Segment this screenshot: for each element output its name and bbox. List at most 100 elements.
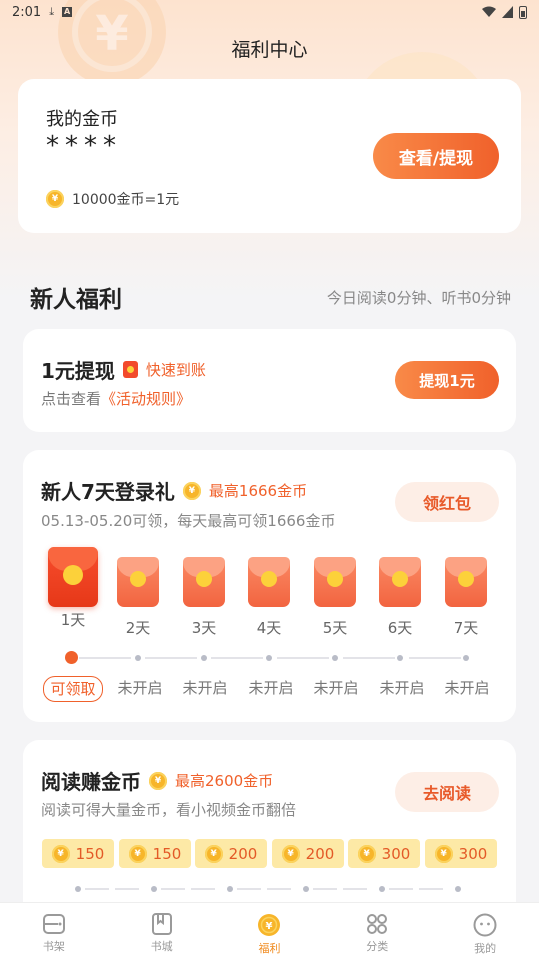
tab-welfare[interactable]: ¥ 福利 bbox=[216, 903, 324, 958]
status-time: 2:01 bbox=[12, 4, 42, 20]
welfare-coin-icon: ¥ bbox=[258, 914, 281, 936]
progress-dot bbox=[151, 886, 157, 892]
login-gift-desc: 05.13-05.20可领，每天最高可领1666金币 bbox=[41, 512, 336, 530]
day-item[interactable]: 3天 bbox=[179, 557, 229, 638]
activity-rules-link[interactable]: 《活动规则》 bbox=[101, 390, 191, 408]
claim-red-packet-button[interactable]: 领红包 bbox=[395, 482, 499, 522]
coin-icon: ¥ bbox=[182, 481, 201, 500]
progress-dot bbox=[201, 655, 207, 661]
progress-dot bbox=[75, 886, 81, 892]
login-gift-card: 新人7天登录礼 ¥ 最高1666金币 05.13-05.20可领，每天最高可领1… bbox=[23, 450, 516, 722]
read-earn-max-badge: 最高2600金币 bbox=[175, 772, 274, 790]
tab-category[interactable]: 分类 bbox=[323, 903, 431, 958]
reward-chip-list: ¥150 ¥150 ¥200 ¥200 ¥300 ¥300 bbox=[42, 839, 502, 869]
progress-segment bbox=[343, 657, 395, 659]
progress-dot bbox=[303, 886, 309, 892]
progress-segment bbox=[115, 888, 139, 890]
progress-segment bbox=[211, 657, 263, 659]
day-label: 4天 bbox=[256, 619, 282, 637]
state-claimable[interactable]: 可领取 bbox=[43, 676, 103, 702]
reward-value: 300 bbox=[458, 844, 488, 863]
tab-bookstore[interactable]: 书城 bbox=[108, 903, 216, 958]
login-state-row: 可领取 未开启 未开启 未开启 未开启 未开启 未开启 bbox=[41, 676, 511, 702]
progress-segment bbox=[343, 888, 367, 890]
login-progress-track bbox=[65, 650, 475, 664]
day-item[interactable]: 7天 bbox=[441, 557, 491, 638]
coin-icon: ¥ bbox=[51, 844, 70, 863]
reward-chip: ¥200 bbox=[195, 839, 267, 868]
state-locked: 未开启 bbox=[444, 679, 490, 697]
tab-label: 我的 bbox=[474, 942, 497, 955]
day-item[interactable]: 6天 bbox=[375, 557, 425, 638]
day-item[interactable]: 1天 bbox=[48, 547, 98, 630]
download-icon: ⤓ bbox=[49, 5, 55, 18]
login-gift-title: 新人7天登录礼 bbox=[41, 480, 175, 504]
login-day-list: 1天 2天 3天 4天 5天 6天 7天 bbox=[48, 547, 493, 642]
withdraw-title: 1元提现 bbox=[41, 359, 115, 383]
day-label: 2天 bbox=[125, 619, 151, 637]
login-gift-max-badge: 最高1666金币 bbox=[208, 482, 308, 500]
progress-segment bbox=[191, 888, 215, 890]
tab-bookshelf[interactable]: 书架 bbox=[0, 903, 108, 958]
fast-arrival-badge: 快速到账 bbox=[145, 361, 206, 379]
progress-dot-current bbox=[65, 651, 78, 664]
progress-segment bbox=[145, 657, 197, 659]
category-grid-icon bbox=[367, 914, 388, 934]
coin-icon: ¥ bbox=[281, 844, 300, 863]
day-item[interactable]: 5天 bbox=[310, 557, 360, 638]
page-title: 福利中心 bbox=[231, 39, 308, 61]
progress-segment bbox=[237, 888, 261, 890]
reward-chip: ¥300 bbox=[425, 839, 497, 868]
bookshelf-icon bbox=[42, 914, 65, 934]
progress-dot bbox=[397, 655, 403, 661]
tab-profile[interactable]: 我的 bbox=[431, 903, 539, 958]
reward-chip: ¥150 bbox=[119, 839, 191, 868]
progress-dot bbox=[332, 655, 338, 661]
progress-segment bbox=[419, 888, 443, 890]
progress-dot bbox=[379, 886, 385, 892]
state-locked: 未开启 bbox=[248, 679, 294, 697]
reward-value: 150 bbox=[152, 844, 182, 863]
reward-value: 150 bbox=[75, 844, 105, 863]
coin-icon: ¥ bbox=[204, 844, 223, 863]
status-bar: 2:01 ⤓ A bbox=[0, 0, 539, 24]
progress-dot bbox=[455, 886, 461, 892]
wallet-label: 我的金币 bbox=[46, 109, 118, 130]
go-read-button[interactable]: 去阅读 bbox=[395, 772, 499, 812]
reward-value: 200 bbox=[228, 844, 258, 863]
reward-chip: ¥300 bbox=[348, 839, 420, 868]
tab-label: 书城 bbox=[150, 940, 173, 953]
progress-segment bbox=[313, 888, 337, 890]
read-progress-track bbox=[73, 884, 473, 894]
exchange-rate-text: 10000金币=1元 bbox=[72, 192, 180, 208]
progress-segment bbox=[161, 888, 185, 890]
coin-icon: ¥ bbox=[128, 844, 147, 863]
red-packet-icon bbox=[248, 557, 290, 607]
newbie-section-header: 新人福利 今日阅读0分钟、听书0分钟 bbox=[30, 280, 511, 314]
withdraw-one-yuan-button[interactable]: 提现1元 bbox=[395, 361, 499, 399]
reward-value: 300 bbox=[381, 844, 411, 863]
svg-text:¥: ¥ bbox=[266, 921, 273, 932]
today-reading-stats: 今日阅读0分钟、听书0分钟 bbox=[326, 288, 511, 307]
day-label: 3天 bbox=[191, 619, 217, 637]
progress-dot bbox=[266, 655, 272, 661]
day-label: 5天 bbox=[322, 619, 348, 637]
view-withdraw-button[interactable]: 查看/提现 bbox=[373, 133, 499, 179]
day-item[interactable]: 4天 bbox=[244, 557, 294, 638]
coin-icon: ¥ bbox=[46, 190, 64, 208]
day-label: 7天 bbox=[453, 619, 479, 637]
day-label: 1天 bbox=[60, 611, 86, 629]
state-locked: 未开启 bbox=[379, 679, 425, 697]
tab-label: 书架 bbox=[42, 940, 65, 953]
signal-icon bbox=[502, 6, 513, 18]
progress-dot bbox=[227, 886, 233, 892]
red-packet-icon bbox=[314, 557, 356, 607]
profile-face-icon bbox=[473, 913, 497, 937]
read-earn-desc: 阅读可得大量金币，看小视频金币翻倍 bbox=[41, 801, 297, 819]
read-earn-title: 阅读赚金币 bbox=[41, 770, 141, 794]
red-packet-icon bbox=[122, 361, 138, 378]
state-locked: 未开启 bbox=[313, 679, 359, 697]
wifi-icon bbox=[482, 6, 496, 17]
exchange-rate: ¥ 10000金币=1元 bbox=[46, 189, 179, 209]
day-item[interactable]: 2天 bbox=[113, 557, 163, 638]
